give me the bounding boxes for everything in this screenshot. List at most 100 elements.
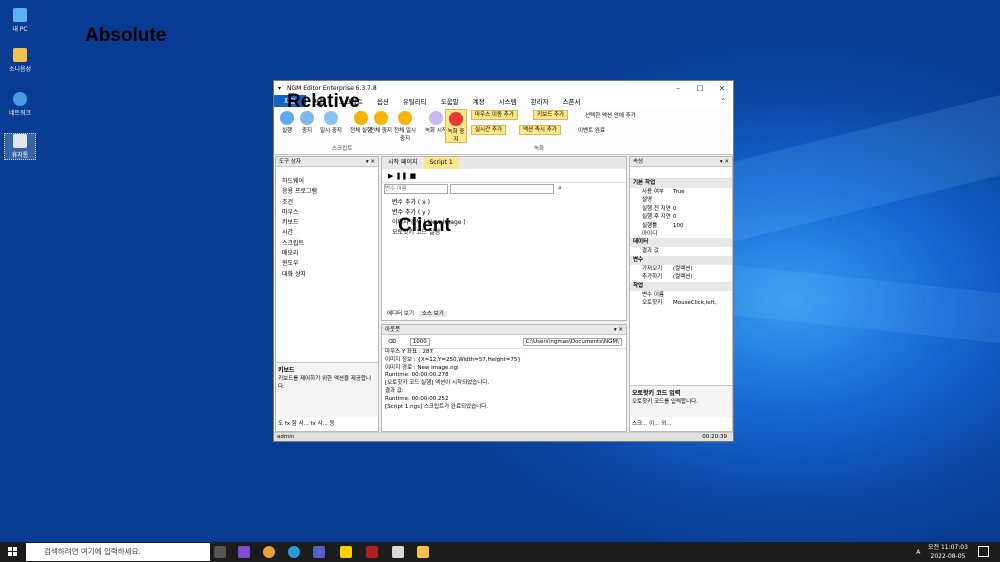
editor-view-tabs: 에디터 보기 소스 보기: [384, 309, 447, 319]
tree-item[interactable]: 대화 상자: [276, 270, 378, 280]
properties-tabs: 스크... 이... 외...: [632, 421, 672, 427]
file-explorer-icon[interactable]: [417, 546, 429, 558]
desktop-icon-pc[interactable]: 내 PC: [4, 8, 36, 33]
group-script-label: 스크립트: [332, 146, 353, 152]
chrome-icon[interactable]: [263, 546, 275, 558]
tree-item[interactable]: 스크립트: [276, 239, 378, 249]
taskbar-search-input[interactable]: 검색하려면 여기에 입력하세요.: [26, 543, 210, 561]
menu-sponsor[interactable]: 스폰서: [556, 96, 588, 106]
tab-source-view[interactable]: 소스 보기: [418, 311, 447, 317]
absolute-label: Absolute: [85, 25, 167, 46]
property-row[interactable]: 실행 전 지연 0: [630, 205, 732, 213]
property-row[interactable]: 아이디: [630, 230, 732, 238]
property-row[interactable]: 사용 여부 True: [630, 188, 732, 196]
property-row[interactable]: 오토핫키 MouseClick,left,: [630, 299, 732, 307]
log-line: 결과 값:: [385, 387, 404, 394]
instant-add-button[interactable]: 액션 즉시 추가: [519, 125, 561, 135]
property-category[interactable]: 데이터: [630, 238, 732, 248]
teams-icon[interactable]: [313, 546, 325, 558]
event-complete-button[interactable]: 이벤트 완료: [578, 126, 605, 134]
kakaotalk-icon[interactable]: [340, 546, 352, 558]
output-path-field[interactable]: C:\Users\ngmas\Documents\NGM\: [522, 337, 622, 346]
script-line[interactable]: 변수 추가 ( x ): [392, 197, 616, 207]
run-button[interactable]: 실행: [276, 111, 298, 134]
stop-icon[interactable]: ■: [410, 172, 417, 180]
edge-icon[interactable]: [288, 546, 300, 558]
taskbar: 검색하려면 여기에 입력하세요. A 오전 11:07:03 2022-08-05: [0, 542, 1000, 562]
add-mouse-move-button[interactable]: 마우스 이동 추가: [471, 110, 518, 120]
desktop-icon-recycle-bin[interactable]: 휴지통: [4, 133, 36, 160]
property-row[interactable]: 결과 값: [630, 247, 732, 255]
menu-admin[interactable]: 관리자: [524, 96, 556, 106]
add-inside-selected-button[interactable]: 선택한 액션 안에 추가: [585, 111, 636, 119]
stop-icon: [300, 111, 314, 125]
client-label: Client: [398, 215, 451, 236]
notification-icon[interactable]: [978, 546, 989, 557]
minimize-button[interactable]: –: [667, 84, 689, 93]
output-log: 마우스 Y 좌표 : 287 이미지 정보 : {X=12,Y=250,Widt…: [382, 349, 626, 411]
tree-item[interactable]: 응용 프로그램: [276, 187, 378, 197]
clear-icon[interactable]: ⌫: [388, 339, 396, 345]
windows-start-icon[interactable]: [8, 547, 18, 557]
clock[interactable]: 오전 11:07:03 2022-08-05: [928, 543, 968, 561]
stop-all-button[interactable]: 전체 중지: [370, 111, 392, 134]
property-row[interactable]: 실행 후 지연 0: [630, 213, 732, 221]
menu-account[interactable]: 계정: [466, 96, 492, 106]
search-text-input[interactable]: [450, 184, 554, 194]
property-category[interactable]: 변수: [630, 255, 732, 265]
output-count-field[interactable]: 1000: [409, 337, 430, 346]
properties-header: 속성 ▾ ✕: [630, 157, 732, 167]
tab-editor-view[interactable]: 에디터 보기: [384, 311, 417, 317]
computer-icon: [13, 8, 27, 22]
tree-item[interactable]: 마우스: [276, 208, 378, 218]
pause-button[interactable]: 일시 중지: [318, 111, 344, 134]
tree-item[interactable]: 윈도우: [276, 259, 378, 269]
property-row[interactable]: 가져오기 (컬렉션): [630, 265, 732, 273]
tree-item[interactable]: 조건: [276, 198, 378, 208]
property-row[interactable]: 추가하기 (컬렉션): [630, 273, 732, 281]
ribbon-collapse-icon[interactable]: ⌃: [714, 97, 733, 105]
maximize-button[interactable]: ☐: [689, 84, 711, 93]
tab-script-1[interactable]: Script 1: [423, 157, 459, 169]
document-tabs: 시작 페이지 Script 1: [382, 157, 626, 169]
pause-all-button[interactable]: 전체 일시 중지: [392, 111, 418, 142]
menu-utility[interactable]: 유틸리티: [396, 96, 434, 106]
play-icon[interactable]: ▶: [388, 172, 393, 180]
desktop-icon-folder[interactable]: 소니음성: [4, 48, 36, 73]
menu-options[interactable]: 옵션: [370, 96, 396, 106]
document-app-icon[interactable]: [392, 546, 404, 558]
stop-button[interactable]: 중지: [296, 111, 318, 134]
add-keyboard-button[interactable]: 키보드 추가: [533, 110, 569, 120]
tree-item[interactable]: 하드웨어: [276, 177, 378, 187]
variable-search-input[interactable]: [384, 184, 448, 194]
record-stop-icon: [449, 112, 463, 126]
panel-close-icon[interactable]: ▾ ✕: [366, 157, 378, 166]
recycle-bin-icon: [13, 134, 27, 148]
task-view-icon[interactable]: [214, 546, 226, 558]
property-category[interactable]: 작업: [630, 281, 732, 291]
pause-icon[interactable]: ❚❚: [396, 172, 408, 180]
menu-system[interactable]: 시스템: [492, 96, 524, 106]
search-icon[interactable]: ⌕: [558, 184, 562, 194]
app-icon[interactable]: [366, 546, 378, 558]
tab-start-page[interactable]: 시작 페이지: [382, 157, 424, 169]
close-button[interactable]: ✕: [711, 84, 733, 93]
panel-close-icon[interactable]: ▾ ✕: [614, 325, 626, 334]
menu-help[interactable]: 도움말: [434, 96, 466, 106]
record-start-button[interactable]: 녹화 시작: [425, 111, 447, 134]
tree-item[interactable]: 시간: [276, 228, 378, 238]
visual-studio-icon[interactable]: [238, 546, 250, 558]
realtime-add-button[interactable]: 실시간 추가: [471, 125, 507, 135]
property-row[interactable]: 설명: [630, 196, 732, 204]
run-all-button[interactable]: 전체 실행: [350, 111, 372, 134]
property-category[interactable]: 기본 작업: [630, 179, 732, 188]
panel-close-icon[interactable]: ▾ ✕: [720, 157, 732, 166]
output-toolbar: ⌫ 1000 C:\Users\ngmas\Documents\NGM\: [382, 335, 626, 349]
desktop-icon-network[interactable]: 네트워크: [4, 92, 36, 117]
property-row[interactable]: 실행률 100: [630, 222, 732, 230]
input-language-indicator[interactable]: A: [916, 548, 920, 556]
record-stop-button[interactable]: 녹화 중지: [445, 109, 467, 143]
tree-item[interactable]: 키보드: [276, 218, 378, 228]
property-row[interactable]: 변수 이름: [630, 291, 732, 299]
tree-item[interactable]: 메모리: [276, 249, 378, 259]
